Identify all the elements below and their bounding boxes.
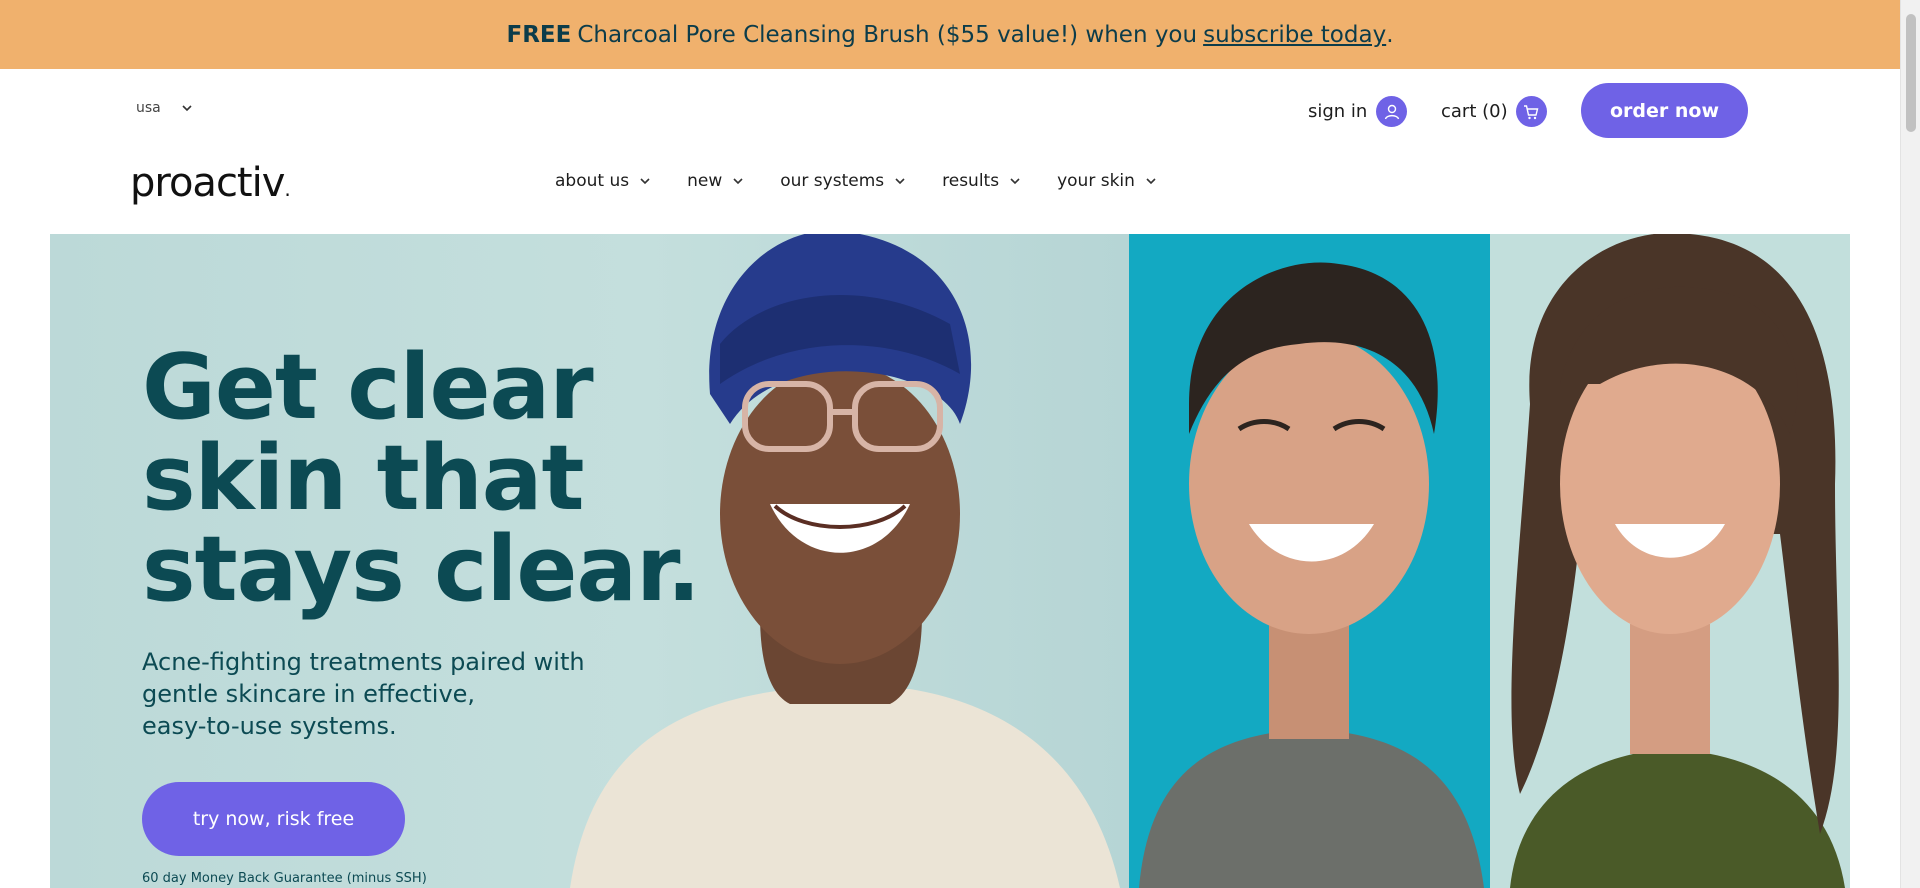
chevron-down-icon <box>182 105 192 112</box>
hero-banner: Get clear skin that stays clear. Acne-fi… <box>50 234 1850 888</box>
headline-line-2: skin that <box>142 426 585 531</box>
nav-label: new <box>687 171 723 191</box>
nav-label: results <box>942 171 1000 191</box>
cart-label: cart (0) <box>1441 101 1508 122</box>
main-nav: about us new our systems results your sk… <box>555 171 1193 191</box>
promo-banner: FREE Charcoal Pore Cleansing Brush ($55 … <box>0 0 1900 69</box>
page: FREE Charcoal Pore Cleansing Brush ($55 … <box>0 0 1920 888</box>
region-selector[interactable]: usa <box>136 100 193 116</box>
promo-free: FREE <box>506 21 572 48</box>
hero-photo-woman <box>1510 234 1845 888</box>
scrollbar[interactable] <box>1900 0 1920 888</box>
nav-label: our systems <box>780 171 885 191</box>
nav-item-about-us[interactable]: about us <box>555 171 651 191</box>
region-label: usa <box>136 100 161 116</box>
scrollbar-thumb[interactable] <box>1906 14 1916 132</box>
subscribe-link[interactable]: subscribe today <box>1203 22 1386 48</box>
hero-headline: Get clear skin that stays clear. <box>142 335 701 622</box>
chevron-down-icon <box>895 178 905 185</box>
nav-item-new[interactable]: new <box>687 171 744 191</box>
cart-link[interactable]: cart (0) <box>1441 96 1547 127</box>
nav-item-our-systems[interactable]: our systems <box>780 171 906 191</box>
nav-label: about us <box>555 171 630 191</box>
sub-line-2: gentle skincare in effective, <box>142 680 476 708</box>
sub-line-3: easy-to-use systems. <box>142 712 397 740</box>
headline-line-3: stays clear. <box>142 517 701 622</box>
chevron-down-icon <box>1146 178 1156 185</box>
promo-text: Charcoal Pore Cleansing Brush ($55 value… <box>577 21 1198 48</box>
sign-in-label: sign in <box>1308 101 1368 122</box>
user-icon <box>1376 96 1408 127</box>
cart-icon <box>1515 96 1547 127</box>
nav-label: your skin <box>1057 171 1135 191</box>
logo-text: proactiv <box>130 160 285 206</box>
hero-subheading: Acne-fighting treatments paired with gen… <box>142 646 612 742</box>
nav-item-results[interactable]: results <box>942 171 1021 191</box>
promo-end: . <box>1386 21 1394 48</box>
logo-mark: . <box>284 177 290 201</box>
order-now-button[interactable]: order now <box>1581 83 1748 138</box>
sub-line-1: Acne-fighting treatments paired with <box>142 648 585 676</box>
hero-photo-man <box>1139 262 1484 888</box>
sign-in-link[interactable]: sign in <box>1308 96 1408 127</box>
try-now-button[interactable]: try now, risk free <box>142 782 405 856</box>
chevron-down-icon <box>733 178 743 185</box>
chevron-down-icon <box>1010 178 1020 185</box>
money-back-guarantee: 60 day Money Back Guarantee (minus SSH) <box>142 871 427 886</box>
proactiv-logo[interactable]: proactiv. <box>130 160 291 206</box>
chevron-down-icon <box>640 178 650 185</box>
headline-line-1: Get clear <box>142 335 594 440</box>
nav-item-your-skin[interactable]: your skin <box>1057 171 1157 191</box>
